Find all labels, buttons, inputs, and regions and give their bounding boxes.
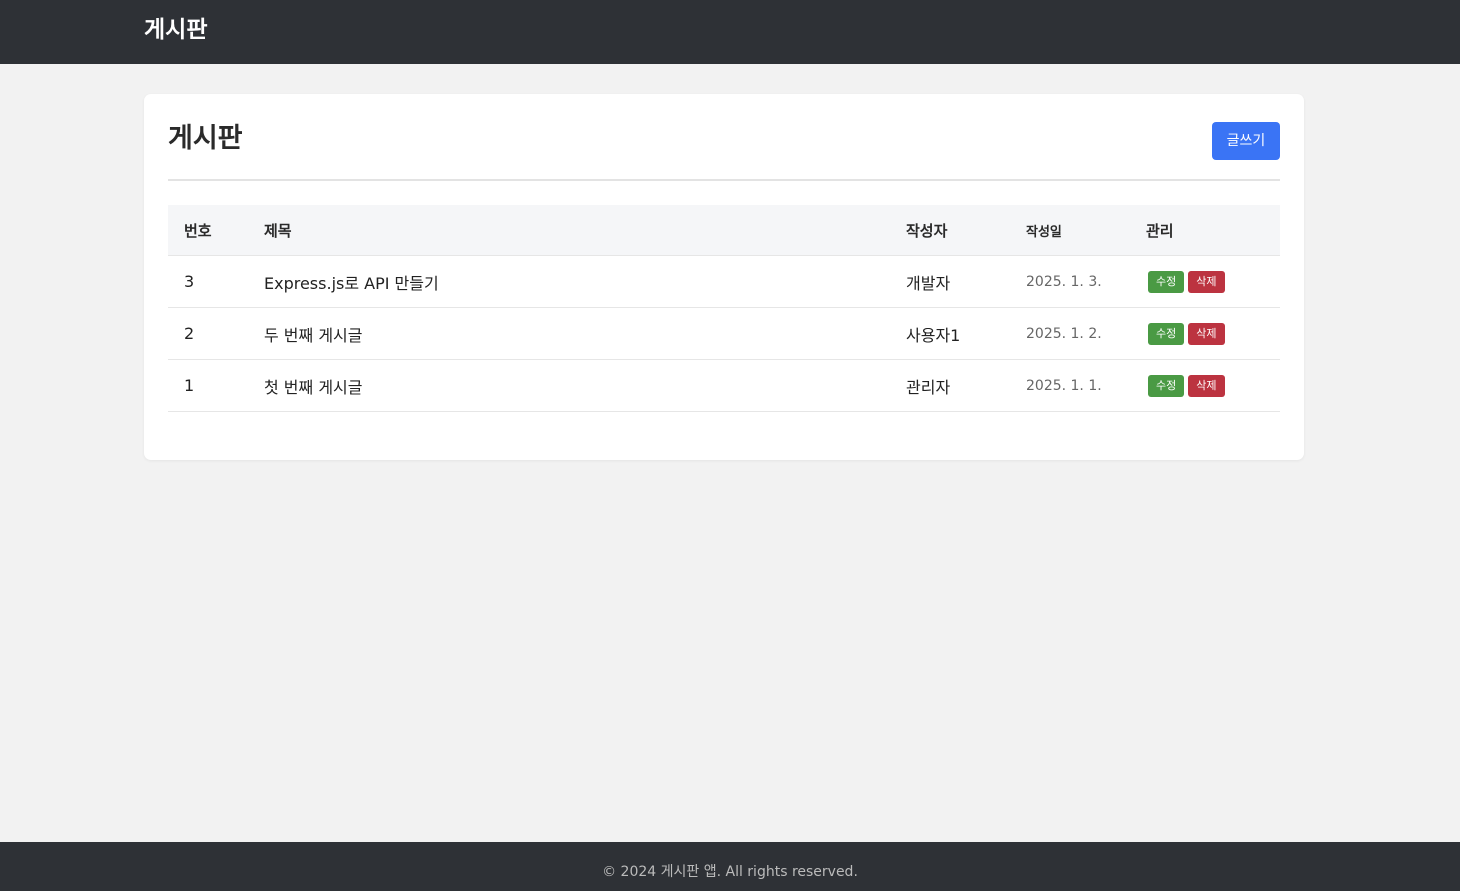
- table-row: 3 Express.js로 API 만들기 개발자 2025. 1. 3. 수정…: [168, 255, 1280, 308]
- column-header-author: 작성자: [890, 205, 1010, 256]
- table-row: 1 첫 번째 게시글 관리자 2025. 1. 1. 수정 삭제: [168, 359, 1280, 412]
- column-header-number: 번호: [168, 205, 248, 256]
- post-date: 2025. 1. 2.: [1010, 307, 1130, 360]
- post-author: 개발자: [890, 255, 1010, 308]
- footer-copyright: © 2024 게시판 앱. All rights reserved.: [602, 864, 858, 880]
- delete-button[interactable]: 삭제: [1188, 270, 1225, 293]
- post-actions: 수정 삭제: [1130, 255, 1280, 308]
- footer: © 2024 게시판 앱. All rights reserved.: [0, 842, 1460, 891]
- navbar: 게시판: [0, 0, 1460, 64]
- write-post-button[interactable]: 글쓰기: [1212, 122, 1280, 160]
- edit-button[interactable]: 수정: [1148, 374, 1185, 397]
- post-actions: 수정 삭제: [1130, 359, 1280, 412]
- post-date: 2025. 1. 1.: [1010, 359, 1130, 412]
- title-divider: [168, 179, 1280, 181]
- edit-button[interactable]: 수정: [1148, 270, 1185, 293]
- post-title-link[interactable]: Express.js로 API 만들기: [248, 255, 890, 308]
- table-header-row: 번호 제목 작성자 작성일 관리: [168, 205, 1280, 256]
- post-table: 번호 제목 작성자 작성일 관리 3 Express.js로 API 만들기 개…: [168, 205, 1280, 412]
- column-header-manage: 관리: [1130, 205, 1280, 256]
- post-number: 1: [168, 359, 248, 412]
- edit-button[interactable]: 수정: [1148, 322, 1185, 345]
- column-header-title: 제목: [248, 205, 890, 256]
- post-author: 관리자: [890, 359, 1010, 412]
- board-card: 게시판 글쓰기 번호 제목 작성자 작성일 관리 3 Express.js로 A…: [144, 94, 1304, 460]
- post-author: 사용자1: [890, 307, 1010, 360]
- page-title: 게시판: [168, 123, 243, 154]
- navbar-brand[interactable]: 게시판: [144, 13, 207, 47]
- post-number: 2: [168, 307, 248, 360]
- post-title-link[interactable]: 첫 번째 게시글: [248, 359, 890, 412]
- post-actions: 수정 삭제: [1130, 307, 1280, 360]
- post-number: 3: [168, 255, 248, 308]
- delete-button[interactable]: 삭제: [1188, 374, 1225, 397]
- post-date: 2025. 1. 3.: [1010, 255, 1130, 308]
- column-header-date: 작성일: [1010, 205, 1130, 256]
- delete-button[interactable]: 삭제: [1188, 322, 1225, 345]
- post-title-link[interactable]: 두 번째 게시글: [248, 307, 890, 360]
- table-row: 2 두 번째 게시글 사용자1 2025. 1. 2. 수정 삭제: [168, 307, 1280, 360]
